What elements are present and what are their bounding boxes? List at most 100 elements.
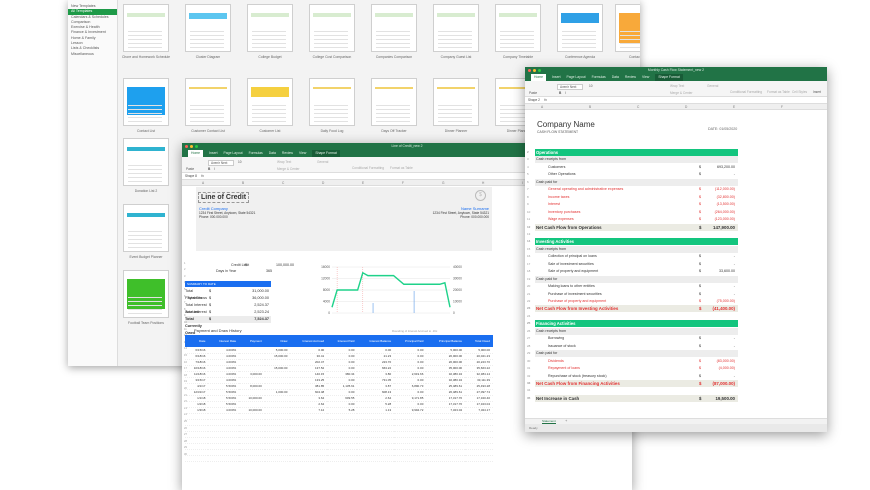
- template-card[interactable]: Companies Comparison: [365, 4, 423, 59]
- amount-cell[interactable]: (75,000.00): [717, 298, 735, 305]
- template-card[interactable]: Contact List: [609, 4, 640, 59]
- template-card[interactable]: Daily Food Log: [303, 78, 361, 133]
- wrap-text-button[interactable]: Wrap Text: [277, 160, 291, 164]
- tab-page-layout[interactable]: Page Layout: [567, 74, 586, 81]
- italic-button[interactable]: I: [214, 167, 215, 171]
- template-card[interactable]: College Budget: [241, 4, 299, 59]
- table-cell[interactable]: [426, 455, 466, 462]
- table-cell[interactable]: [264, 455, 291, 462]
- amount-cell[interactable]: -: [734, 373, 735, 380]
- template-thumbnail[interactable]: [185, 78, 231, 126]
- zoom-button[interactable]: [538, 69, 541, 72]
- amount-cell[interactable]: (41,400.00): [713, 305, 735, 312]
- font-select[interactable]: Avenir Next: [208, 160, 235, 166]
- column-header[interactable]: D: [685, 104, 687, 110]
- template-thumbnail[interactable]: [615, 4, 640, 52]
- column-header[interactable]: Interest Rate: [208, 335, 240, 347]
- column-header[interactable]: H: [482, 180, 484, 186]
- template-thumbnail[interactable]: [371, 78, 417, 126]
- bold-button[interactable]: B: [559, 91, 561, 95]
- template-card[interactable]: College Cost Comparison: [303, 4, 361, 59]
- table-cell[interactable]: [290, 455, 328, 462]
- amount-cell[interactable]: (13,500.00): [717, 201, 735, 208]
- number-format-select[interactable]: General: [707, 84, 718, 88]
- tab-page-layout[interactable]: Page Layout: [224, 150, 243, 157]
- column-header[interactable]: E: [733, 104, 735, 110]
- column-header[interactable]: Date: [185, 335, 209, 347]
- column-header[interactable]: F: [402, 180, 404, 186]
- conditional-formatting-button[interactable]: Conditional Formatting: [730, 90, 762, 94]
- amount-cell[interactable]: -: [734, 261, 735, 268]
- zoom-button[interactable]: [195, 145, 198, 148]
- tab-review[interactable]: Review: [625, 74, 636, 81]
- tab-home[interactable]: Home: [188, 150, 204, 157]
- amount-cell[interactable]: (112,000.00): [715, 186, 735, 193]
- template-card[interactable]: Contact List: [117, 78, 175, 133]
- close-button[interactable]: [528, 69, 531, 72]
- template-thumbnail[interactable]: [123, 78, 169, 126]
- tab-view[interactable]: View: [299, 150, 306, 157]
- loc-heading[interactable]: Line of Credit: [198, 192, 250, 203]
- template-thumbnail[interactable]: [247, 78, 293, 126]
- amount-cell[interactable]: -: [734, 291, 735, 298]
- tab-data[interactable]: Data: [612, 74, 619, 81]
- paste-button[interactable]: Paste: [529, 91, 537, 95]
- template-card[interactable]: Dinner Planner: [427, 78, 485, 133]
- font-select[interactable]: Avenir Next: [557, 84, 584, 90]
- amount-cell[interactable]: -: [734, 171, 735, 178]
- template-thumbnail[interactable]: [123, 270, 169, 318]
- italic-button[interactable]: I: [565, 91, 566, 95]
- amount-cell[interactable]: -: [734, 283, 735, 290]
- column-header[interactable]: E: [362, 180, 364, 186]
- amount-cell[interactable]: (123,000.00): [715, 216, 735, 223]
- column-header[interactable]: Interest Accrued: [290, 335, 328, 347]
- format-as-table-button[interactable]: Format as Table: [767, 90, 790, 94]
- tab-home[interactable]: Home: [531, 74, 547, 81]
- column-header[interactable]: D: [322, 180, 324, 186]
- template-thumbnail[interactable]: [433, 78, 479, 126]
- paste-button[interactable]: Paste: [186, 167, 194, 171]
- amount-cell[interactable]: (87,000.00): [713, 380, 735, 387]
- wrap-text-button[interactable]: Wrap Text: [670, 84, 684, 88]
- insert-button[interactable]: Insert: [813, 90, 821, 94]
- tab-shape-format[interactable]: Shape Format: [312, 150, 340, 157]
- table-cell[interactable]: [394, 455, 427, 462]
- name-box[interactable]: Shape 2: [528, 98, 540, 102]
- tab-insert[interactable]: Insert: [209, 150, 217, 157]
- amount-cell[interactable]: (83,000.00): [717, 358, 735, 365]
- table-cell[interactable]: [208, 455, 240, 462]
- template-card[interactable]: Customer List: [241, 78, 299, 133]
- column-header[interactable]: F: [781, 104, 783, 110]
- tab-view[interactable]: View: [642, 74, 649, 81]
- template-card[interactable]: Customer Contact List: [179, 78, 237, 133]
- column-header[interactable]: Total Owed: [465, 335, 493, 347]
- column-header[interactable]: I: [522, 180, 523, 186]
- column-header[interactable]: B: [242, 180, 244, 186]
- font-size-select[interactable]: 10: [238, 160, 242, 164]
- amount-cell[interactable]: 693,200.00: [717, 164, 735, 171]
- column-header[interactable]: A: [541, 104, 543, 110]
- name-box[interactable]: Shape 8: [185, 174, 197, 178]
- template-thumbnail[interactable]: [123, 4, 169, 52]
- template-thumbnail[interactable]: [433, 4, 479, 52]
- column-header[interactable]: Principal Balance: [426, 335, 466, 347]
- tab-insert[interactable]: Insert: [552, 74, 560, 81]
- template-thumbnail[interactable]: [123, 204, 169, 252]
- column-header[interactable]: B: [589, 104, 591, 110]
- sidebar-item[interactable]: Miscellaneous: [68, 52, 117, 57]
- add-sheet-button[interactable]: +: [565, 418, 567, 423]
- tab-formulas[interactable]: Formulas: [249, 150, 263, 157]
- template-card[interactable]: Conference Agenda: [551, 4, 609, 59]
- amount-cell[interactable]: -: [734, 335, 735, 342]
- tab-review[interactable]: Review: [282, 150, 293, 157]
- format-as-table-button[interactable]: Format as Table: [390, 166, 413, 170]
- tab-formulas[interactable]: Formulas: [592, 74, 606, 81]
- conditional-formatting-button[interactable]: Conditional Formatting: [352, 166, 384, 170]
- amount-cell[interactable]: 147,900.00: [713, 224, 735, 231]
- amount-cell[interactable]: (32,800.00): [717, 194, 735, 201]
- template-thumbnail[interactable]: [247, 4, 293, 52]
- merge-center-button[interactable]: Merge & Center: [277, 167, 300, 171]
- template-card[interactable]: Chore and Homework Schedule: [117, 4, 175, 59]
- template-thumbnail[interactable]: [309, 4, 355, 52]
- column-header[interactable]: Draw: [264, 335, 291, 347]
